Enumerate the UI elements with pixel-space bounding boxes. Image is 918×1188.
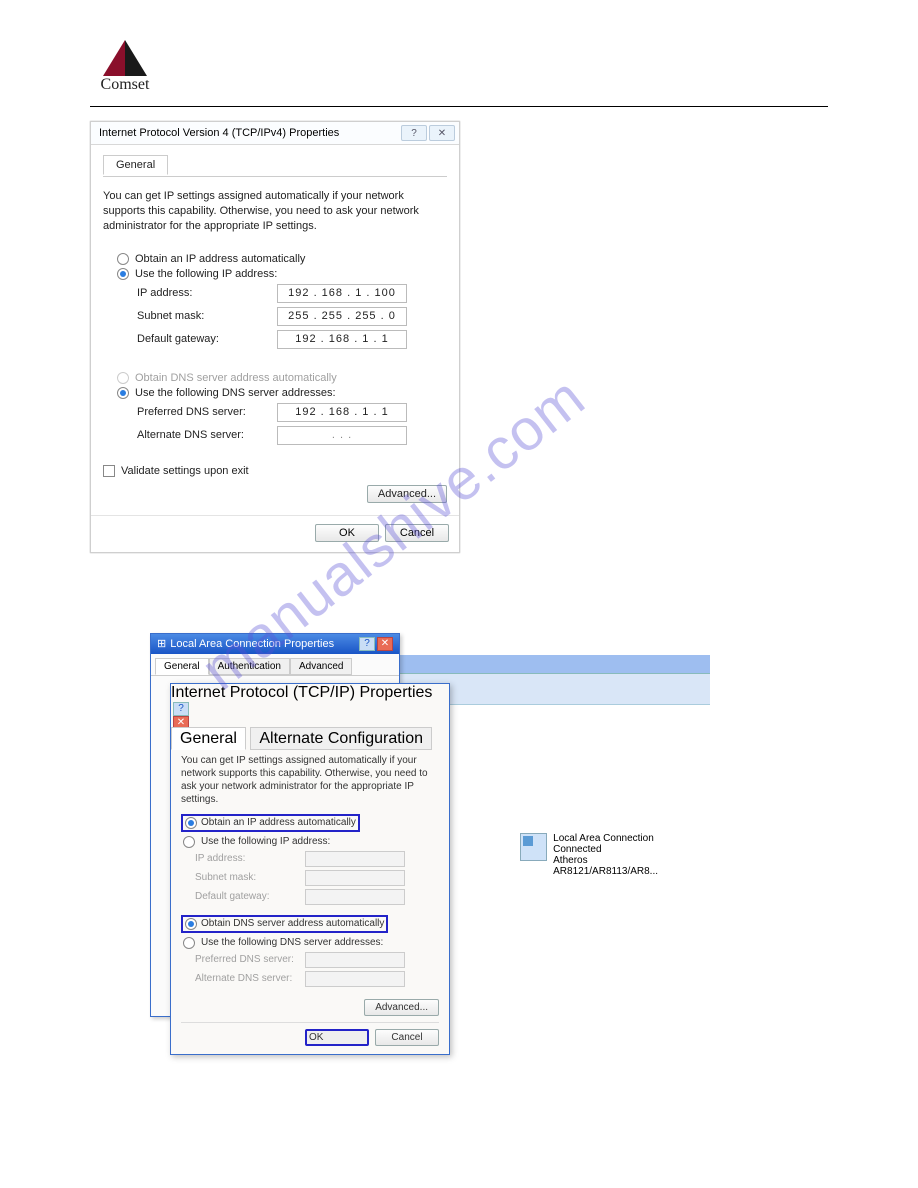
radio-manual-dns-label: Use the following DNS server addresses:	[201, 937, 383, 948]
highlight-auto-ip: Obtain an IP address automatically	[181, 814, 360, 832]
ip-label: IP address:	[195, 853, 305, 864]
radio-auto-dns-label: Obtain DNS server address automatically	[135, 372, 337, 384]
radio-manual-ip-label: Use the following IP address:	[135, 268, 277, 280]
help-icon[interactable]: ?	[359, 637, 375, 651]
tab-alt-config[interactable]: Alternate Configuration	[250, 727, 432, 750]
lac-title: Local Area Connection Properties	[170, 638, 357, 650]
tab-general[interactable]: General	[155, 658, 209, 675]
mask-input	[305, 870, 405, 886]
radio-manual-dns[interactable]	[117, 387, 129, 399]
ip-input[interactable]: 192 . 168 . 1 . 100	[277, 284, 407, 303]
close-icon[interactable]: ✕	[377, 637, 393, 651]
advanced-button[interactable]: Advanced...	[367, 485, 447, 503]
adns-label: Alternate DNS server:	[195, 973, 305, 984]
radio-auto-dns-label: Obtain DNS server address automatically	[201, 918, 384, 929]
tab-auth[interactable]: Authentication	[209, 658, 290, 675]
radio-manual-ip-label: Use the following IP address:	[201, 836, 330, 847]
mask-input[interactable]: 255 . 255 . 255 . 0	[277, 307, 407, 326]
adns-input	[305, 971, 405, 987]
pdns-label: Preferred DNS server:	[137, 406, 277, 418]
radio-auto-ip[interactable]	[185, 817, 197, 829]
pdns-input	[305, 952, 405, 968]
close-icon[interactable]: ✕	[429, 125, 455, 141]
radio-manual-ip[interactable]	[117, 268, 129, 280]
intro-text: You can get IP settings assigned automat…	[103, 189, 447, 234]
pdns-input[interactable]: 192 . 168 . 1 . 1	[277, 403, 407, 422]
radio-auto-ip[interactable]	[117, 253, 129, 265]
ip-label: IP address:	[137, 287, 277, 299]
brand-name: Comset	[90, 76, 160, 94]
help-icon[interactable]: ?	[401, 125, 427, 141]
ip-input	[305, 851, 405, 867]
advanced-button[interactable]: Advanced...	[364, 999, 439, 1016]
net-line3: Atheros AR8121/AR8113/AR8...	[553, 855, 690, 877]
tab-advanced[interactable]: Advanced	[290, 658, 352, 675]
intro-text: You can get IP settings assigned automat…	[181, 754, 439, 806]
radio-auto-dns	[117, 372, 129, 384]
help-icon[interactable]: ?	[173, 702, 189, 716]
network-icon	[520, 833, 547, 861]
adns-label: Alternate DNS server:	[137, 429, 277, 441]
brand-logo: Comset	[90, 40, 160, 100]
adns-input[interactable]: . . .	[277, 426, 407, 445]
dialog-title: Internet Protocol Version 4 (TCP/IPv4) P…	[99, 127, 399, 139]
ok-button[interactable]: OK	[305, 1029, 369, 1046]
validate-label: Validate settings upon exit	[121, 465, 249, 477]
radio-auto-ip-label: Obtain an IP address automatically	[135, 253, 305, 265]
radio-auto-dns[interactable]	[185, 918, 197, 930]
radio-manual-dns-label: Use the following DNS server addresses:	[135, 387, 336, 399]
tcpip-properties-dialog: Internet Protocol (TCP/IP) Properties ? …	[170, 683, 450, 1055]
net-line2: Connected	[553, 844, 690, 855]
divider	[90, 106, 828, 107]
radio-auto-ip-label: Obtain an IP address automatically	[201, 817, 356, 828]
tab-general[interactable]: General	[171, 727, 246, 750]
tab-general[interactable]: General	[103, 155, 168, 175]
validate-checkbox[interactable]	[103, 465, 115, 477]
pdns-label: Preferred DNS server:	[195, 954, 305, 965]
mask-label: Subnet mask:	[195, 872, 305, 883]
network-connection-item[interactable]: Local Area Connection Connected Atheros …	[520, 833, 690, 877]
net-line1: Local Area Connection	[553, 833, 690, 844]
gw-label: Default gateway:	[195, 891, 305, 902]
xp-screenshot-area: ⊞ Local Area Connection Properties ? ✕ G…	[150, 633, 710, 1053]
gw-input	[305, 889, 405, 905]
ok-button[interactable]: OK	[315, 524, 379, 542]
cancel-button[interactable]: Cancel	[375, 1029, 439, 1046]
window-icon: ⊞	[157, 637, 166, 650]
mask-label: Subnet mask:	[137, 310, 277, 322]
gw-label: Default gateway:	[137, 333, 277, 345]
highlight-auto-dns: Obtain DNS server address automatically	[181, 915, 388, 933]
cancel-button[interactable]: Cancel	[385, 524, 449, 542]
tcpip-title: Internet Protocol (TCP/IP) Properties	[171, 684, 432, 701]
ipv4-properties-dialog: Internet Protocol Version 4 (TCP/IPv4) P…	[90, 121, 460, 553]
gw-input[interactable]: 192 . 168 . 1 . 1	[277, 330, 407, 349]
radio-manual-ip[interactable]	[183, 836, 195, 848]
radio-manual-dns[interactable]	[183, 937, 195, 949]
